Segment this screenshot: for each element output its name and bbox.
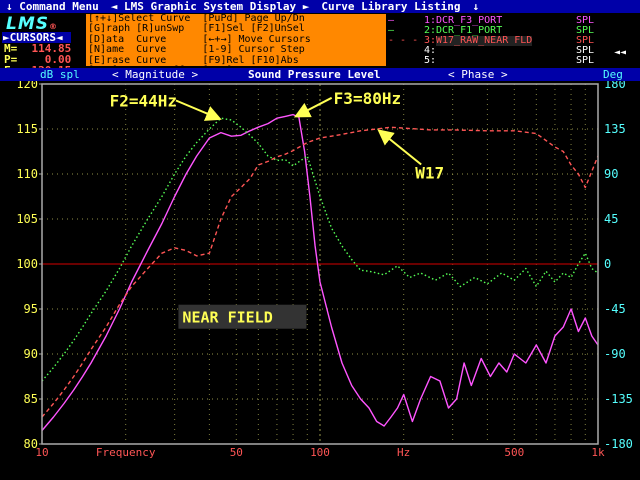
menu-item-0[interactable]: ↓ Command Menu	[0, 0, 105, 13]
legend-curve-type: SPL	[576, 55, 595, 66]
y2-tick-label: -90	[604, 347, 626, 361]
y2-tick-label: -180	[604, 437, 633, 451]
y2-tick-label: -135	[604, 392, 633, 406]
menu-item-1[interactable]: ◄ LMS Graphic System Display ►	[105, 0, 316, 13]
legend-row-5[interactable]: 5: SPL	[386, 56, 636, 66]
scroll-left-icon[interactable]: ◄◄	[614, 48, 626, 58]
command-help-panel: [↑+↓]Select Curve [PuPd] Page Up/Dn [G]ra…	[86, 14, 386, 66]
curve-library-legend: —1: DCR_F3_PORT SPL —2: DCR_F1_PORT SPL - - -3…	[386, 14, 640, 66]
y-tick-label: 85	[24, 392, 38, 406]
menu-item-3[interactable]: ↓	[466, 0, 485, 13]
menu-item-2[interactable]: Curve Library Listing	[315, 0, 466, 13]
left-unit-label: dB spl	[40, 68, 80, 81]
y2-tick-label: -45	[604, 302, 626, 316]
y-tick-label: 110	[16, 167, 38, 181]
annotation-near-field: NEAR FIELD	[182, 309, 272, 327]
x-tick-label: 10	[35, 446, 48, 459]
phase-tab[interactable]: < Phase >	[448, 68, 508, 81]
legend-number: 5:	[424, 55, 437, 66]
graph-header: dB spl < Magnitude > Sound Pressure Leve…	[0, 68, 640, 81]
graph-title: Sound Pressure Level	[248, 68, 381, 81]
y2-tick-label: 0	[604, 257, 611, 271]
x-tick-label: 100	[310, 446, 330, 459]
legend-marker-icon: - - -	[388, 35, 419, 46]
x-tick-label: 50	[230, 446, 243, 459]
y-tick-label: 90	[24, 347, 38, 361]
legend-curve-name: W17_RAW_NEAR FLD	[436, 35, 533, 46]
y-tick-label: 100	[16, 257, 38, 271]
y-tick-label: 120	[16, 81, 38, 91]
spl-chart: 80859095100105110115120-180-135-90-45045…	[16, 81, 633, 459]
annotation-label: W17	[415, 164, 444, 183]
y-tick-label: 115	[16, 122, 38, 136]
y-tick-label: 95	[24, 302, 38, 316]
annotation-label: F2=44Hz	[110, 92, 177, 111]
y-tick-label: 105	[16, 212, 38, 226]
x-tick-label: Hz	[397, 446, 410, 459]
x-tick-label: 500	[504, 446, 524, 459]
y2-tick-label: 90	[604, 167, 618, 181]
x-axis-label: Frequency	[96, 446, 156, 459]
chart-grid	[41, 84, 599, 444]
annotation-label: F3=80Hz	[334, 89, 401, 108]
y2-tick-label: 135	[604, 122, 626, 136]
menu-bar: ↓ Command Menu ◄ LMS Graphic System Displ…	[0, 0, 640, 13]
logo-mark: ®	[49, 22, 58, 31]
right-unit-label: Deg	[603, 68, 623, 81]
y2-tick-label: 180	[604, 81, 626, 91]
magnitude-tab[interactable]: < Magnitude >	[112, 68, 198, 81]
y2-tick-label: 45	[604, 212, 618, 226]
x-tick-label: 1k	[591, 446, 605, 459]
